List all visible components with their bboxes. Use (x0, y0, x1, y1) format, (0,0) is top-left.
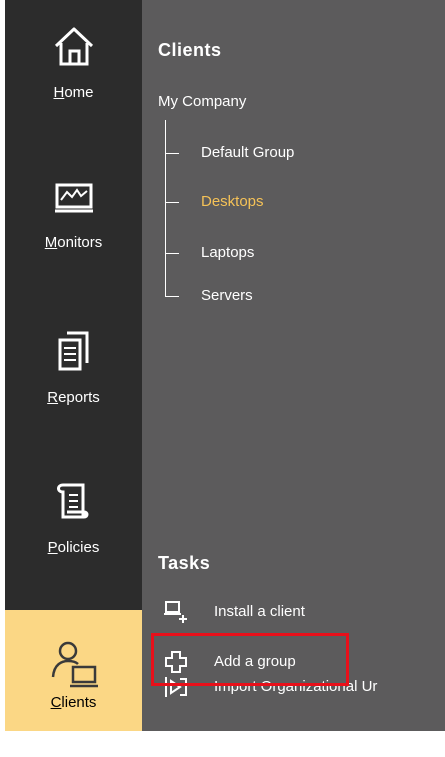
sidebar-item-monitors[interactable]: Monitors (5, 150, 142, 272)
sidebar-item-label: Reports (47, 389, 100, 406)
content-panel: Clients My Company Default Group Desktop… (142, 0, 445, 731)
sidebar-item-policies[interactable]: Policies (5, 455, 142, 577)
install-client-icon (164, 601, 187, 623)
app-window: Home Monitors Reports Policies Clients C… (0, 0, 445, 757)
add-group-icon (165, 651, 187, 673)
sidebar-item-label: Home (53, 84, 94, 101)
tree-branch (165, 296, 179, 297)
home-icon (54, 27, 93, 66)
sidebar-item-home[interactable]: Home (5, 0, 142, 122)
scroll-icon (56, 483, 88, 519)
reports-icon (58, 331, 88, 371)
monitor-chart-icon (54, 183, 93, 213)
clients-section-title: Clients (158, 40, 222, 60)
tasks-section-title: Tasks (158, 553, 211, 573)
task-label: Import Organizational Ur (214, 678, 378, 695)
tree-branch (165, 153, 179, 154)
sidebar-item-reports[interactable]: Reports (5, 305, 142, 427)
sidebar-item-label: Monitors (44, 234, 103, 251)
tree-node-label: Default Group (201, 144, 295, 161)
tree-root-my-company[interactable]: My Company (158, 93, 246, 110)
import-icon (165, 677, 187, 697)
tree-node-label: Servers (201, 287, 253, 304)
sidebar-item-clients[interactable]: Clients (5, 610, 142, 731)
tree-node-label: Laptops (201, 244, 255, 261)
task-label: Add a group (214, 653, 296, 670)
sidebar-item-label: Clients (50, 694, 97, 711)
tree-node-label: Desktops (201, 193, 264, 210)
user-computer-icon (51, 641, 98, 688)
tree-branch (165, 253, 179, 254)
tree-branch (165, 202, 179, 203)
sidebar-item-label: Policies (47, 539, 100, 556)
task-label: Install a client (214, 603, 305, 620)
tree-connector (165, 120, 166, 297)
